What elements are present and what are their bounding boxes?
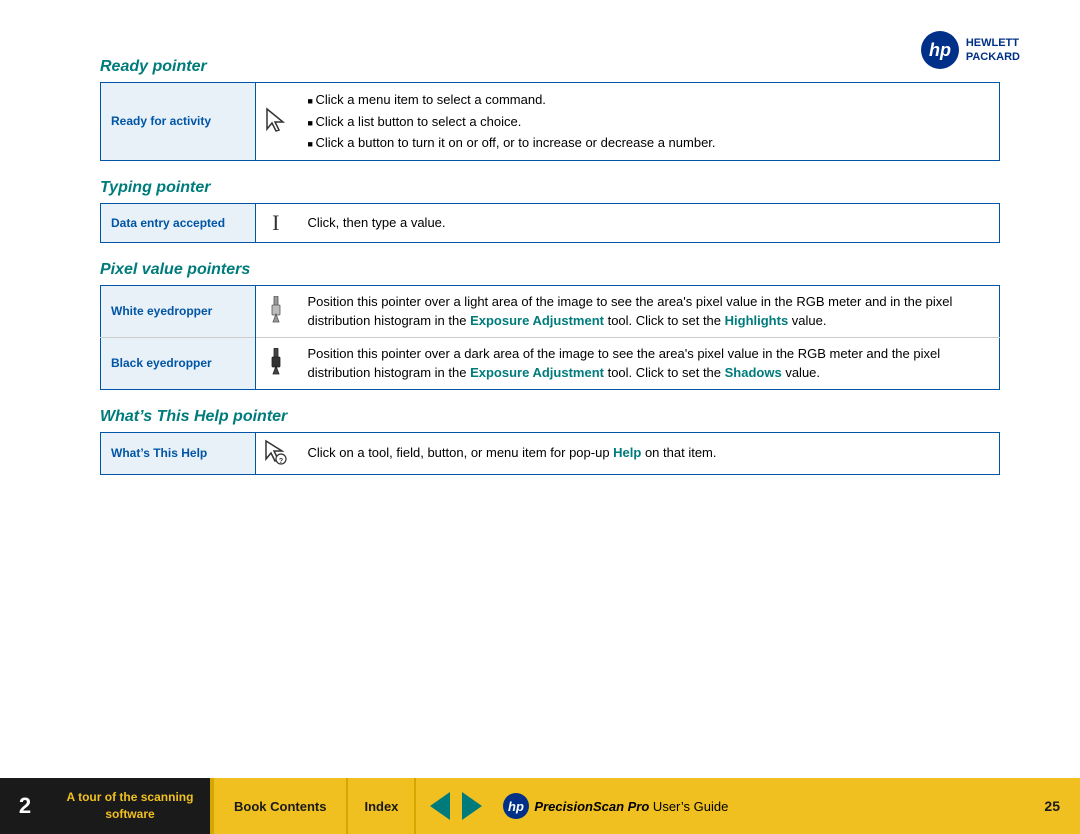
left-arrow-icon bbox=[430, 792, 450, 820]
exposure-adjustment-link-2[interactable]: Exposure Adjustment bbox=[470, 365, 604, 380]
product-name: PrecisionScan Pro User’s Guide bbox=[534, 799, 728, 814]
ready-pointer-table: Ready for activity Click a menu item to … bbox=[100, 82, 1000, 161]
book-contents-button[interactable]: Book Contents bbox=[212, 778, 348, 834]
black-eyedropper-icon bbox=[256, 337, 296, 389]
help-link[interactable]: Help bbox=[613, 445, 641, 460]
product-name-italic: PrecisionScan Pro bbox=[534, 799, 649, 814]
help-pointer-table: What’s This Help ? Click on a tool, fiel… bbox=[100, 432, 1000, 475]
list-item: Click a button to turn it on or off, or … bbox=[308, 132, 988, 154]
row-description-black: Position this pointer over a dark area o… bbox=[296, 337, 1000, 389]
right-arrow-icon bbox=[462, 792, 482, 820]
table-row-help: What’s This Help ? Click on a tool, fiel… bbox=[101, 432, 1000, 474]
ibeam-cursor-icon: I bbox=[256, 203, 296, 242]
table-row: Data entry accepted I Click, then type a… bbox=[101, 203, 1000, 242]
row-description-white: Position this pointer over a light area … bbox=[296, 285, 1000, 337]
brand-area: hp PrecisionScan Pro User’s Guide bbox=[502, 792, 728, 820]
chapter-number: 2 bbox=[0, 778, 50, 834]
index-button[interactable]: Index bbox=[348, 778, 416, 834]
tour-link-button[interactable]: A tour of the scanning software bbox=[50, 778, 210, 834]
table-row-black-eyedropper: Black eyedropper Position this pointer o… bbox=[101, 337, 1000, 389]
page-content: Ready pointer Ready for activity Click a… bbox=[0, 0, 1080, 475]
list-item: Click a menu item to select a command. bbox=[308, 89, 988, 111]
next-page-button[interactable] bbox=[458, 792, 486, 820]
row-label: Data entry accepted bbox=[101, 203, 256, 242]
section-heading-ready: Ready pointer bbox=[100, 58, 1000, 76]
white-eyedropper-icon bbox=[256, 285, 296, 337]
exposure-adjustment-link-1[interactable]: Exposure Adjustment bbox=[470, 313, 604, 328]
section-heading-typing: Typing pointer bbox=[100, 179, 1000, 197]
table-row: Ready for activity Click a menu item to … bbox=[101, 83, 1000, 161]
hp-nav-logo: hp bbox=[502, 792, 530, 820]
bottom-navigation-bar: 2 A tour of the scanning software Book C… bbox=[0, 778, 1080, 834]
typing-pointer-table: Data entry accepted I Click, then type a… bbox=[100, 203, 1000, 243]
highlights-link[interactable]: Highlights bbox=[725, 313, 789, 328]
row-description-help: Click on a tool, field, button, or menu … bbox=[296, 432, 1000, 474]
list-item: Click a list button to select a choice. bbox=[308, 111, 988, 133]
shadows-link[interactable]: Shadows bbox=[725, 365, 782, 380]
row-description: Click, then type a value. bbox=[296, 203, 1000, 242]
section-heading-pixel: Pixel value pointers bbox=[100, 261, 1000, 279]
row-label-white: White eyedropper bbox=[101, 285, 256, 337]
page-number: 25 bbox=[1044, 798, 1060, 814]
svg-text:?: ? bbox=[279, 458, 283, 465]
pixel-pointer-table: White eyedropper Position this pointer o… bbox=[100, 285, 1000, 390]
section-heading-help: What’s This Help pointer bbox=[100, 408, 1000, 426]
row-label: Ready for activity bbox=[101, 83, 256, 161]
table-row-white-eyedropper: White eyedropper Position this pointer o… bbox=[101, 285, 1000, 337]
help-cursor-icon: ? bbox=[256, 432, 296, 474]
row-label-help: What’s This Help bbox=[101, 432, 256, 474]
row-label-black: Black eyedropper bbox=[101, 337, 256, 389]
arrow-cursor-icon bbox=[256, 83, 296, 161]
product-name-rest: User’s Guide bbox=[649, 799, 728, 814]
prev-page-button[interactable] bbox=[426, 792, 454, 820]
svg-text:hp: hp bbox=[508, 799, 524, 814]
row-description: Click a menu item to select a command. C… bbox=[296, 83, 1000, 161]
nav-arrows-group bbox=[416, 792, 496, 820]
